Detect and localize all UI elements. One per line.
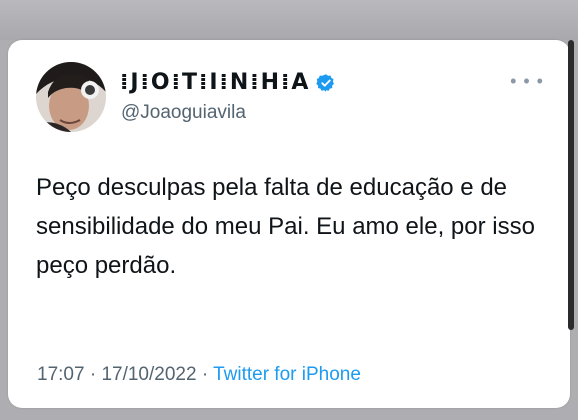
verified-badge-icon [316, 73, 335, 92]
tweet-date[interactable]: 17/10/2022 [101, 364, 196, 385]
more-options-icon[interactable]: • • • [510, 72, 544, 90]
avatar[interactable] [36, 62, 106, 132]
scrollbar[interactable] [568, 40, 574, 330]
tweet-text: Peço desculpas pela falta de educação e … [36, 174, 535, 279]
tweet-source-link[interactable]: Twitter for iPhone [213, 364, 361, 385]
avatar-image [36, 62, 106, 132]
tweet-card[interactable]: ⁞J⁞O⁞T⁞I⁞N⁞H⁞A @Joaoguiavila • • • Peço … [8, 40, 570, 408]
tweet-meta: 17:07 · 17/10/2022 · Twitter for iPhone [37, 364, 361, 386]
author-name-row[interactable]: ⁞J⁞O⁞T⁞I⁞N⁞H⁞A [120, 70, 336, 95]
meta-separator: · [89, 364, 97, 385]
display-name[interactable]: ⁞J⁞O⁞T⁞I⁞N⁞H⁞A [120, 70, 310, 95]
user-handle[interactable]: @Joaoguiavila [121, 102, 246, 124]
meta-separator: · [201, 364, 209, 385]
tweet-time[interactable]: 17:07 [37, 364, 85, 385]
background-top [0, 0, 578, 40]
